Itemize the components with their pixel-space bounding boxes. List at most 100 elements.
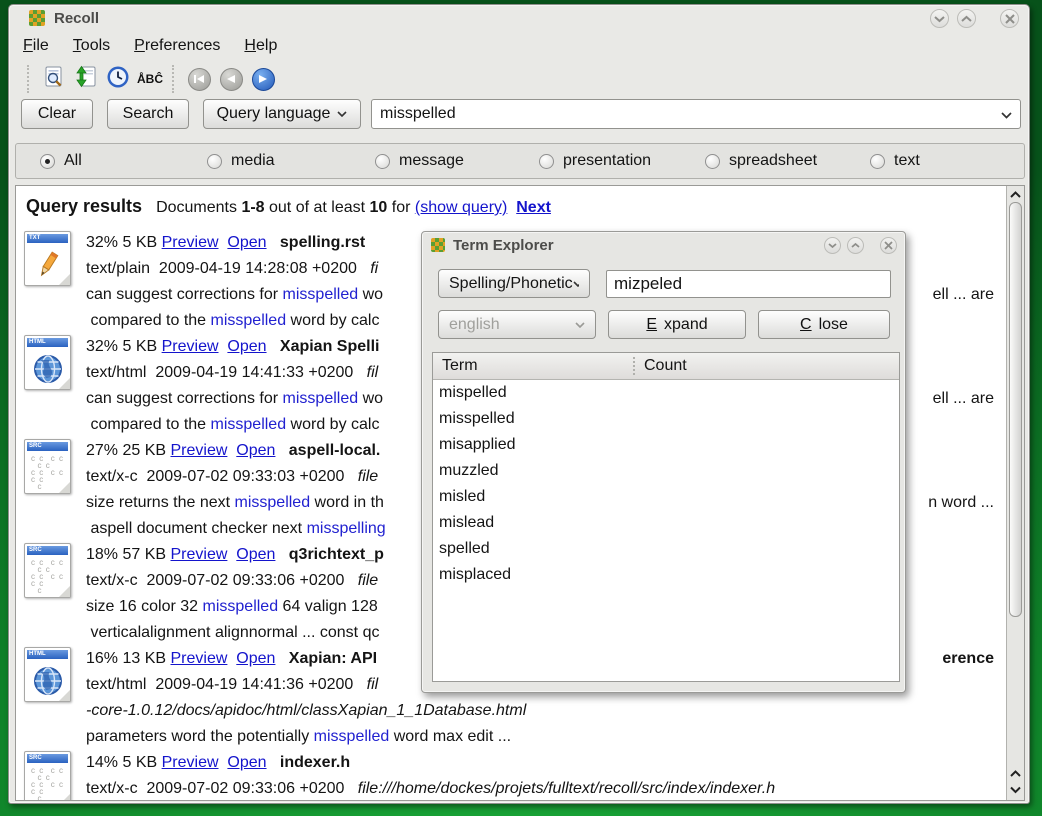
show-query-link[interactable]: (show query): [415, 199, 507, 216]
term-row[interactable]: misapplied: [433, 432, 899, 458]
preview-link[interactable]: Preview: [162, 230, 219, 256]
scroll-up-button-bottom[interactable]: [1009, 767, 1022, 780]
text-segment: n word ...: [928, 490, 994, 516]
preview-link[interactable]: Preview: [171, 542, 228, 568]
results-scrollbar[interactable]: [1006, 186, 1024, 800]
text-segment: file:///home/dockes/projets/fulltext/rec…: [358, 776, 775, 801]
search-input[interactable]: misspelled: [371, 99, 1021, 129]
text-segment: compared to the: [86, 412, 211, 438]
menu-item-help[interactable]: Help: [244, 37, 277, 55]
toolbar-separator: [27, 65, 32, 93]
term-table-header[interactable]: Term Count: [433, 353, 899, 380]
filter-radio-text[interactable]: text: [870, 152, 920, 170]
radio-button-icon[interactable]: [539, 154, 554, 169]
term-column-header[interactable]: Term: [433, 357, 633, 375]
scroll-up-button[interactable]: [1009, 188, 1022, 201]
filter-radio-all[interactable]: All: [40, 152, 82, 170]
text-segment: file: [358, 568, 378, 594]
maximize-button[interactable]: [957, 9, 976, 28]
open-link[interactable]: Open: [227, 750, 266, 776]
menu-item-file[interactable]: File: [23, 37, 49, 55]
text-segment: ell ... are: [933, 386, 994, 412]
radio-button-icon[interactable]: [375, 154, 390, 169]
open-link[interactable]: Open: [227, 334, 266, 360]
result-icon-box[interactable]: SRCc c c c c c c c c c c c c: [24, 541, 86, 645]
result-icon-box[interactable]: HTML: [24, 333, 86, 437]
filter-bar: All media message presentation spreadsheet te…: [15, 143, 1025, 179]
scroll-down-button[interactable]: [1009, 783, 1022, 796]
dialog-minimize-button[interactable]: [824, 237, 841, 254]
scrollbar-thumb[interactable]: [1009, 202, 1022, 617]
count-column-header[interactable]: Count: [633, 357, 735, 375]
term-row[interactable]: mislead: [433, 510, 899, 536]
text-segment: word max edit ...: [389, 724, 511, 750]
prev-page-button[interactable]: [215, 64, 247, 94]
radio-button-icon[interactable]: [40, 154, 55, 169]
next-page-button[interactable]: [247, 64, 279, 94]
text-segment: text/plain 2009-04-19 14:28:08 +0200: [86, 256, 370, 282]
text-segment: [267, 334, 280, 360]
open-link[interactable]: Open: [236, 438, 275, 464]
close-button[interactable]: [1000, 9, 1019, 28]
filter-radio-media[interactable]: media: [207, 152, 275, 170]
result-icon-box[interactable]: TXT: [24, 229, 86, 333]
open-link[interactable]: Open: [227, 230, 266, 256]
open-link[interactable]: Open: [236, 542, 275, 568]
spellcheck-abc-button[interactable]: ÅBĈ: [134, 64, 166, 94]
term-row[interactable]: misspelled: [433, 406, 899, 432]
query-language-dropdown[interactable]: Query language: [203, 99, 361, 129]
text-segment: word by calc: [286, 308, 379, 334]
text-segment: [275, 646, 288, 672]
search-button[interactable]: Search: [107, 99, 189, 129]
term-row[interactable]: mispelled: [433, 380, 899, 406]
menu-item-tools[interactable]: Tools: [73, 37, 110, 55]
open-link[interactable]: Open: [236, 646, 275, 672]
close-dialog-button[interactable]: Close: [758, 310, 890, 339]
text-segment: 27% 25 KB: [86, 438, 171, 464]
filter-radio-message[interactable]: message: [375, 152, 464, 170]
dialog-close-button[interactable]: [880, 237, 897, 254]
radio-button-icon[interactable]: [705, 154, 720, 169]
expansion-mode-value: Spelling/Phonetic: [449, 275, 573, 293]
term-row[interactable]: muzzled: [433, 458, 899, 484]
preview-link[interactable]: Preview: [171, 646, 228, 672]
preview-link[interactable]: Preview: [171, 438, 228, 464]
filter-radio-presentation[interactable]: presentation: [539, 152, 651, 170]
minimize-button[interactable]: [930, 9, 949, 28]
source-code-icon: SRCc c c c c c c c c c c c c: [24, 751, 71, 801]
expansion-mode-dropdown[interactable]: Spelling/Phonetic: [438, 269, 590, 298]
next-link[interactable]: Next: [516, 199, 551, 216]
chevron-down-icon[interactable]: [1001, 112, 1012, 119]
result-icon-box[interactable]: SRCc c c c c c c c c c c c c: [24, 749, 86, 801]
preview-link[interactable]: Preview: [162, 750, 219, 776]
dialog-maximize-button[interactable]: [847, 237, 864, 254]
text-segment: erence: [942, 646, 994, 672]
term-row[interactable]: spelled: [433, 536, 899, 562]
filter-radio-spreadsheet[interactable]: spreadsheet: [705, 152, 817, 170]
text-segment: [219, 230, 228, 256]
term-input[interactable]: mizpeled: [606, 270, 891, 298]
result-icon-box[interactable]: HTML: [24, 645, 86, 749]
update-index-button[interactable]: [70, 64, 102, 94]
menu-item-preferences[interactable]: Preferences: [134, 37, 220, 55]
radio-button-icon[interactable]: [207, 154, 222, 169]
term-row[interactable]: misled: [433, 484, 899, 510]
text-segment: 10: [370, 199, 388, 216]
text-segment: file: [358, 464, 378, 490]
text-segment: [275, 438, 288, 464]
filter-label: media: [231, 152, 275, 170]
preview-link[interactable]: Preview: [162, 334, 219, 360]
radio-button-icon[interactable]: [870, 154, 885, 169]
expand-button[interactable]: Expand: [608, 310, 746, 339]
language-dropdown[interactable]: english: [438, 310, 596, 339]
source-code-icon: SRCc c c c c c c c c c c c c: [24, 439, 71, 494]
result-icon-box[interactable]: SRCc c c c c c c c c c c c c: [24, 437, 86, 541]
search-doc-button[interactable]: [38, 64, 70, 94]
history-clock-button[interactable]: [102, 64, 134, 94]
doc-type-band: SRC: [27, 546, 68, 555]
titlebar[interactable]: Recoll: [9, 5, 1029, 31]
first-page-button[interactable]: [183, 64, 215, 94]
text-segment: 16% 13 KB: [86, 646, 171, 672]
term-row[interactable]: misplaced: [433, 562, 899, 588]
clear-button[interactable]: Clear: [21, 99, 93, 129]
